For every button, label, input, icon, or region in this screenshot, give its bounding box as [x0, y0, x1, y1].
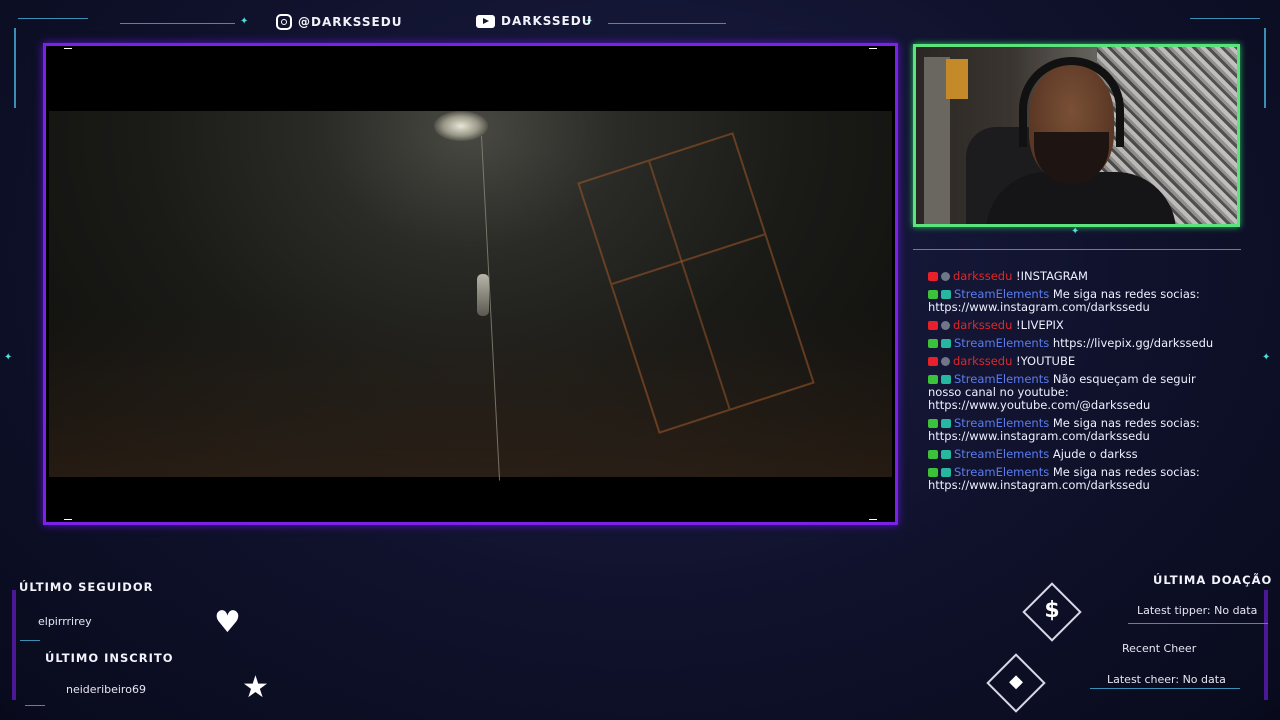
chat-message: StreamElements Ajude o darkss — [928, 448, 1228, 461]
bot-badge-icon — [941, 339, 951, 348]
chat-username[interactable]: StreamElements — [954, 416, 1049, 430]
chat-username[interactable]: StreamElements — [954, 465, 1049, 479]
top-right-bracket — [1190, 18, 1260, 19]
last-follower-label: ÚLTIMO SEGUIDOR — [19, 580, 154, 594]
bot-badge-icon — [941, 468, 951, 477]
chat-top-line — [913, 249, 1241, 250]
verified-badge-icon — [928, 419, 938, 428]
frame-corner-tr — [869, 48, 877, 49]
top-decor-line-right — [608, 23, 726, 24]
chat-text: https://livepix.gg/darkssedu — [1052, 336, 1214, 350]
chat-username[interactable]: StreamElements — [954, 372, 1049, 386]
tipper-underline — [1128, 623, 1268, 624]
scaffold-structure — [577, 132, 815, 434]
sub-underline — [25, 705, 45, 706]
top-left-bracket — [18, 18, 88, 19]
gem-icon: ◆ — [1009, 671, 1023, 692]
heart-icon: ♥ — [214, 605, 241, 640]
chat-message: StreamElements Não esqueçam de seguir no… — [928, 373, 1228, 412]
chat-message: StreamElements Me siga nas redes socias:… — [928, 466, 1228, 492]
broadcaster-badge-icon — [928, 321, 938, 330]
chat-message: StreamElements Me siga nas redes socias:… — [928, 288, 1228, 314]
last-sub-label: ÚLTIMO INSCRITO — [45, 651, 174, 665]
frame-corner-br — [869, 519, 877, 520]
right-edge-line — [1264, 28, 1266, 108]
recent-cheer-label: Recent Cheer — [1122, 642, 1197, 655]
chat-username[interactable]: darkssedu — [953, 269, 1012, 283]
light-source — [434, 111, 488, 141]
right-edge-purple — [1264, 590, 1268, 700]
latest-tipper: Latest tipper: No data — [1137, 604, 1258, 617]
chat-username[interactable]: StreamElements — [954, 447, 1049, 461]
left-mid-marker: ✦ — [4, 352, 16, 363]
chat-username[interactable]: darkssedu — [953, 318, 1012, 332]
chat-message: darkssedu !INSTAGRAM — [928, 270, 1228, 283]
top-decor-line-left — [120, 23, 235, 24]
last-follower-value: elpirrrirey — [38, 615, 92, 628]
last-donation-label: ÚLTIMA DOAÇÃO — [1153, 573, 1273, 587]
game-capture-frame — [43, 43, 898, 525]
cam-bottom-marker: ✦ — [1071, 226, 1083, 237]
latest-cheer: Latest cheer: No data — [1107, 673, 1226, 686]
gamepad-badge-icon — [941, 272, 950, 281]
chat-message: StreamElements Me siga nas redes socias:… — [928, 417, 1228, 443]
top-decor-dots: ✦ — [240, 16, 252, 27]
instagram-text: @DARKSSEDU — [298, 15, 403, 29]
broadcaster-badge-icon — [928, 357, 938, 366]
bot-badge-icon — [941, 375, 951, 384]
chat-username[interactable]: darkssedu — [953, 354, 1012, 368]
chat-box: darkssedu !INSTAGRAM StreamElements Me si… — [928, 270, 1228, 497]
cheer-underline — [1090, 688, 1240, 689]
instagram-handle: @DARKSSEDU — [276, 14, 402, 30]
left-edge-purple — [12, 590, 16, 700]
follower-underline — [20, 640, 40, 641]
poster — [946, 59, 968, 99]
last-sub-value: neideribeiro69 — [66, 683, 146, 696]
frame-corner-tl — [64, 48, 72, 49]
chat-text: !INSTAGRAM — [1016, 269, 1088, 283]
bot-badge-icon — [941, 290, 951, 299]
dollar-badge: $ — [1022, 582, 1082, 642]
verified-badge-icon — [928, 339, 938, 348]
bot-badge-icon — [941, 450, 951, 459]
chat-text: Ajude o darkss — [1052, 447, 1138, 461]
chat-username[interactable]: StreamElements — [954, 287, 1049, 301]
chat-text: !LIVEPIX — [1016, 318, 1064, 332]
verified-badge-icon — [928, 375, 938, 384]
youtube-text: DARKSSEDU — [501, 14, 593, 28]
game-scene — [49, 111, 892, 481]
bot-badge-icon — [941, 419, 951, 428]
chat-message: darkssedu !LIVEPIX — [928, 319, 1228, 332]
left-edge-line — [14, 28, 16, 108]
verified-badge-icon — [928, 290, 938, 299]
gamepad-badge-icon — [941, 357, 950, 366]
chat-text: !YOUTUBE — [1016, 354, 1076, 368]
broadcaster-badge-icon — [928, 272, 938, 281]
chat-message: StreamElements https://livepix.gg/darkss… — [928, 337, 1228, 350]
webcam-frame — [913, 44, 1240, 227]
youtube-icon — [476, 14, 495, 28]
chat-message: darkssedu !YOUTUBE — [928, 355, 1228, 368]
climbing-character — [477, 274, 489, 316]
verified-badge-icon — [928, 450, 938, 459]
star-icon: ★ — [242, 670, 269, 705]
right-mid-marker: ✦ — [1262, 352, 1274, 363]
stream-overlay: { "social": { "instagram": "@DARKSSEDU",… — [0, 0, 1280, 720]
verified-badge-icon — [928, 468, 938, 477]
chat-username[interactable]: StreamElements — [954, 336, 1049, 350]
frame-corner-bl — [64, 519, 72, 520]
gamepad-badge-icon — [941, 321, 950, 330]
instagram-icon — [276, 14, 292, 30]
cheer-badge: ◆ — [986, 653, 1046, 713]
youtube-handle: DARKSSEDU — [476, 14, 592, 28]
dollar-icon: $ — [1044, 598, 1060, 623]
